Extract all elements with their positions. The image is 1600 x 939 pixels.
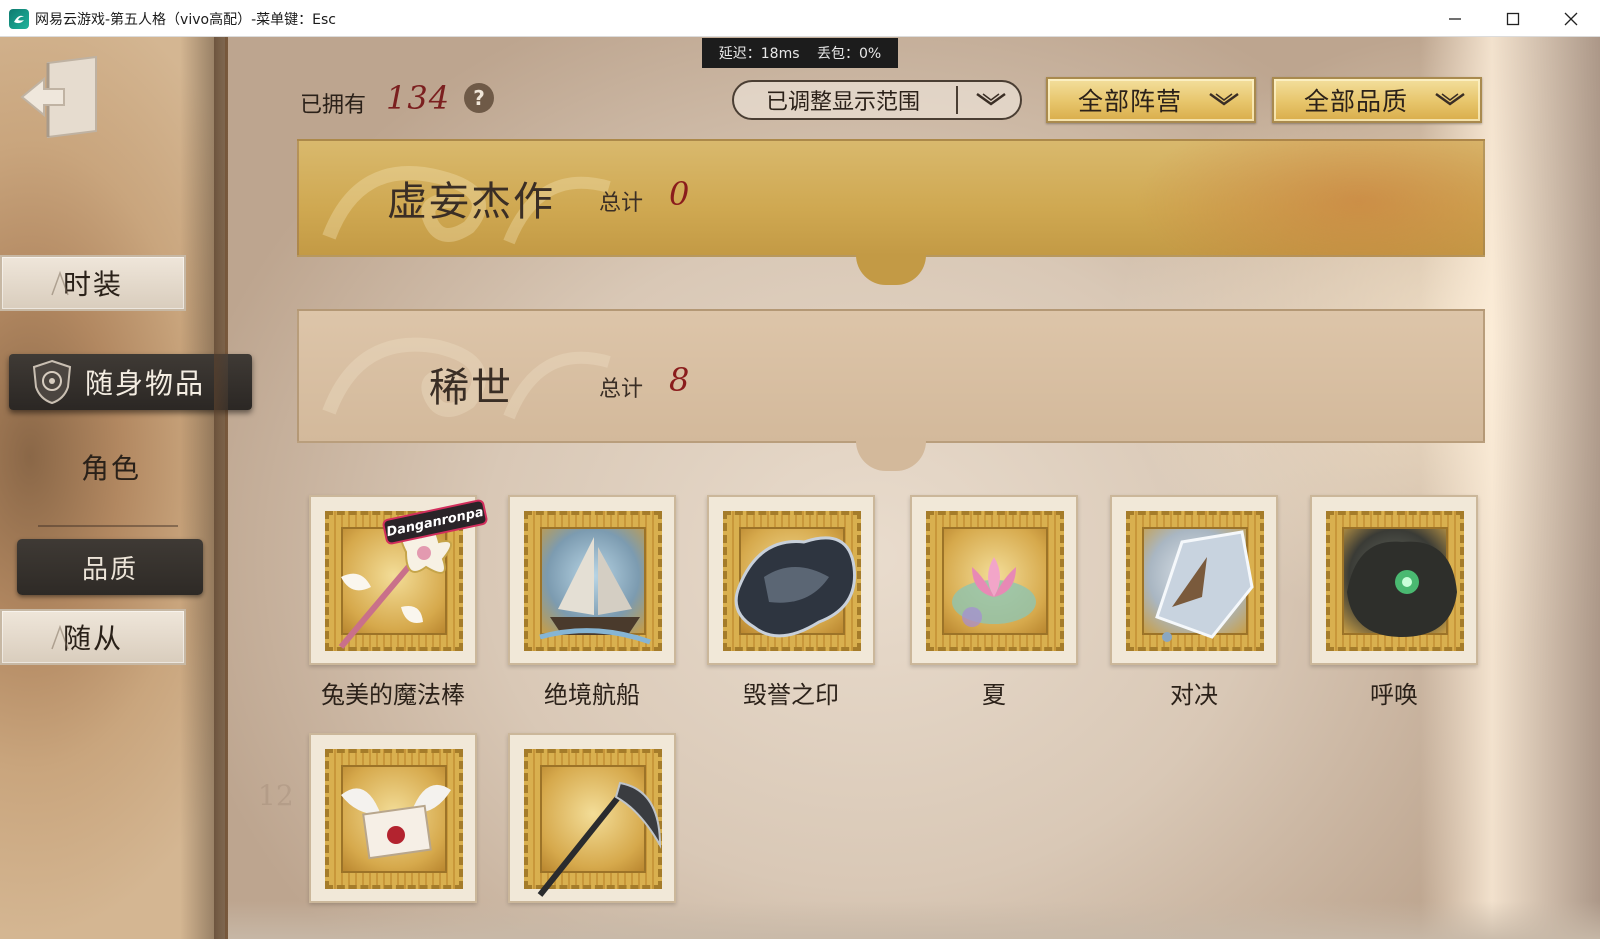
- section-total-count: 8: [669, 361, 690, 399]
- maximize-icon: [1506, 12, 1520, 25]
- game-viewport: 12 时装 随身物品 角色 品质 随从 已拥有 134 ? 已调整显示范围 全部…: [0, 37, 1600, 939]
- quality-sort-button[interactable]: 品质: [17, 539, 203, 595]
- banner-notch: [856, 441, 926, 471]
- display-range-dropdown[interactable]: 已调整显示范围: [732, 80, 1022, 120]
- chevron-down-icon: [976, 92, 1006, 106]
- item-stamp-frame: [508, 733, 676, 903]
- quality-filter-dropdown[interactable]: 全部品质: [1272, 77, 1482, 123]
- tab-follower[interactable]: 随从: [0, 609, 186, 665]
- dropdown-separator: [956, 86, 958, 114]
- exit-button[interactable]: [18, 53, 102, 143]
- camp-filter-dropdown[interactable]: 全部阵营: [1046, 77, 1256, 123]
- owned-count: 134: [386, 79, 451, 117]
- summon-rock-icon: [1347, 541, 1457, 637]
- tab-accessories-label: 随身物品: [85, 367, 206, 400]
- tab-accessories[interactable]: 随身物品: [9, 354, 252, 410]
- owned-counter: 已拥有 134 ?: [300, 77, 495, 119]
- tab-decoration-icon: [51, 625, 69, 650]
- quality-filter-label: 全部品质: [1304, 87, 1409, 116]
- item-card[interactable]: [508, 733, 676, 913]
- duel-crystal-icon: [1155, 530, 1254, 642]
- close-icon: [1564, 12, 1578, 25]
- bottom-fade: [228, 901, 1600, 939]
- section-total-label: 总计: [599, 191, 644, 216]
- item-name: 绝境航船: [544, 681, 640, 709]
- sidebar: 时装 随身物品 角色 品质 随从: [0, 37, 252, 939]
- shield-icon: [32, 359, 72, 405]
- item-stamp-frame: [1110, 495, 1278, 665]
- scythe-icon: [537, 781, 662, 897]
- minimize-button[interactable]: [1426, 0, 1484, 37]
- minimize-icon: [1449, 17, 1461, 20]
- item-card[interactable]: 对决: [1110, 495, 1278, 710]
- owned-label: 已拥有: [300, 93, 367, 118]
- section-title: 虚妄杰作: [387, 179, 555, 225]
- section-banner-rare[interactable]: 稀世 总计 8: [297, 309, 1485, 443]
- item-card[interactable]: 绝境航船: [508, 495, 676, 710]
- chevron-down-icon: [1435, 92, 1465, 106]
- help-icon[interactable]: ?: [464, 83, 495, 113]
- item-stamp-frame: [309, 733, 477, 903]
- chevron-down-icon: [1209, 92, 1239, 106]
- tab-follower-label: 随从: [62, 622, 123, 655]
- window-title: 网易云游戏-第五人格（vivo高配）-菜单键：Esc: [35, 12, 336, 28]
- tab-costume-label: 时装: [62, 268, 123, 301]
- section-title: 稀世: [429, 365, 513, 411]
- lotus-icon: [952, 557, 1036, 627]
- item-stamp-frame: Danganronpa: [309, 495, 489, 665]
- item-card[interactable]: Danganronpa 兔美的魔法棒: [309, 495, 489, 710]
- item-name: 兔美的魔法棒: [321, 681, 465, 709]
- latency-text: 延迟：18ms: [718, 46, 800, 62]
- item-stamp-frame: [910, 495, 1078, 665]
- banner-notch: [856, 255, 926, 285]
- section-total-label: 总计: [599, 377, 644, 402]
- app-logo-icon: [9, 9, 29, 29]
- item-card[interactable]: 呼唤: [1310, 495, 1478, 710]
- item-name: 对决: [1170, 681, 1218, 709]
- maximize-button[interactable]: [1484, 0, 1542, 37]
- network-status-bar: 延迟：18ms 丢包：0%: [702, 38, 898, 68]
- tab-costume[interactable]: 时装: [0, 255, 186, 311]
- display-range-label: 已调整显示范围: [766, 90, 921, 115]
- close-button[interactable]: [1542, 0, 1600, 37]
- item-name: 呼唤: [1370, 681, 1418, 709]
- item-card[interactable]: [309, 733, 477, 913]
- item-card[interactable]: 夏: [910, 495, 1078, 710]
- background-decoration: 12: [258, 779, 294, 812]
- section-total-count: 0: [669, 175, 690, 213]
- window-titlebar: 网易云游戏-第五人格（vivo高配）-菜单键：Esc: [0, 0, 1600, 37]
- packet-loss-text: 丢包：0%: [817, 46, 882, 62]
- divider: [38, 525, 178, 527]
- item-card[interactable]: 毁誉之印: [707, 495, 875, 710]
- item-stamp-frame: [508, 495, 676, 665]
- camp-filter-label: 全部阵营: [1078, 87, 1183, 116]
- exit-door-icon: [20, 55, 97, 139]
- tab-decoration-icon: [51, 271, 69, 296]
- ship-icon: [539, 537, 651, 645]
- dark-seal-icon: [734, 536, 857, 638]
- section-banner-masterpiece[interactable]: 虚妄杰作 总计 0: [297, 139, 1485, 257]
- tab-character[interactable]: 角色: [56, 447, 166, 487]
- item-name: 夏: [982, 681, 1006, 709]
- item-name: 毁誉之印: [743, 681, 839, 709]
- item-stamp-frame: [1310, 495, 1478, 665]
- winged-letter-icon: [341, 784, 451, 860]
- item-stamp-frame: [707, 495, 875, 665]
